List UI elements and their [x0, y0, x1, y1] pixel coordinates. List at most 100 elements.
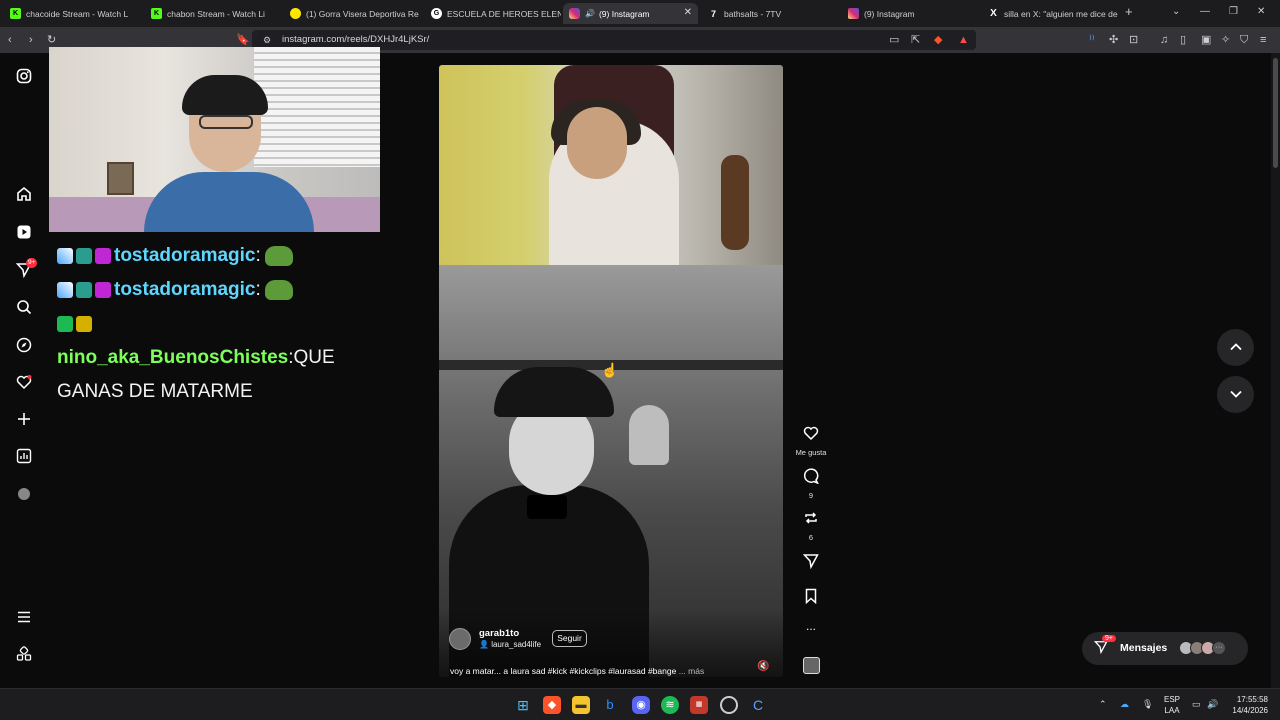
extensions-icon[interactable]: ✣ — [1109, 33, 1118, 47]
audio-thumbnail[interactable] — [803, 657, 820, 674]
close-tab-icon[interactable]: ✕ — [684, 7, 692, 18]
google-icon: G — [431, 8, 442, 19]
tab-title: chacoide Stream - Watch L — [26, 8, 129, 19]
explore-icon[interactable] — [14, 337, 34, 357]
spotify-icon[interactable]: ≋ — [661, 696, 679, 714]
dashboard-icon[interactable] — [14, 448, 34, 468]
tab-list-icon[interactable]: ⌄ — [1172, 6, 1180, 17]
ai-icon[interactable]: ✧ — [1221, 33, 1230, 47]
clock[interactable]: 17:55:58 14/4/2026 — [1222, 694, 1268, 716]
also-from-meta-icon[interactable] — [14, 646, 34, 666]
mute-icon[interactable]: 🔇 — [757, 661, 769, 672]
tab-instagram[interactable]: (9) Instagram — [842, 3, 978, 24]
tab-title: (9) Instagram — [864, 8, 915, 19]
pepe-emote-icon — [264, 280, 293, 300]
browser-tab-strip: K chacoide Stream - Watch L K chabon Str… — [0, 0, 1280, 27]
close-window-icon[interactable]: ✕ — [1257, 6, 1265, 17]
tab-title: bathsalts - 7TV — [724, 8, 782, 19]
bing-icon[interactable]: b — [601, 696, 619, 714]
minimize-icon[interactable]: — — [1200, 6, 1210, 17]
instagram-icon — [848, 8, 859, 19]
menu-icon[interactable]: ≡ — [1260, 33, 1266, 47]
reels-icon[interactable] — [14, 224, 34, 244]
share-button[interactable] — [795, 553, 827, 574]
comment-count: 9 — [808, 491, 814, 500]
previous-reel-button[interactable] — [1217, 329, 1254, 366]
brave-rewards-icon[interactable]: ▲ — [958, 33, 969, 47]
brave-shields-icon[interactable]: ◆ — [934, 33, 942, 47]
file-explorer-icon[interactable]: ▬ — [572, 696, 590, 714]
cast-icon[interactable]: ▭ — [889, 33, 899, 47]
reel-audio[interactable]: 👤 laura_sad4life — [479, 640, 541, 649]
wallet-icon[interactable]: ▣ — [1201, 33, 1211, 47]
url-text: instagram.com/reels/DXHJr4LjKSr/ — [282, 34, 430, 45]
maximize-icon[interactable]: ❐ — [1229, 6, 1238, 17]
onedrive-icon[interactable]: ☁ — [1120, 699, 1129, 710]
more-menu-icon[interactable] — [14, 609, 34, 629]
tab-gorra[interactable]: (1) Gorra Visera Deportiva Re — [284, 3, 422, 24]
more-options-button[interactable]: ... — [795, 619, 827, 633]
chat-message — [57, 307, 387, 341]
messages-pill[interactable]: 9+ Mensajes ··· — [1082, 632, 1248, 665]
search-icon[interactable] — [14, 299, 34, 319]
new-tab-button[interactable]: + — [1125, 4, 1133, 19]
pepe-emote-icon — [264, 246, 293, 266]
tab-x[interactable]: X silla en X: "alguien me dice de — [982, 3, 1118, 24]
chat-username: tostadoramagic — [114, 245, 256, 266]
7tv-badge-icon — [95, 248, 111, 264]
network-icon[interactable]: ▭ — [1192, 699, 1201, 710]
sidebar-icon[interactable]: ▯ — [1180, 33, 1186, 47]
obs-icon[interactable] — [720, 696, 738, 714]
media-icon[interactable]: ♫ — [1160, 33, 1168, 47]
app-c-icon[interactable]: C — [749, 696, 767, 714]
tab-instagram-active[interactable]: 🔊 (9) Instagram ✕ — [563, 3, 698, 24]
streaming-app-icon[interactable]: ▦ — [690, 696, 708, 714]
caption-text: voy a matar... a laura sad #kick #kickcl… — [450, 666, 677, 676]
windows-start-icon[interactable]: ⊞ — [514, 696, 532, 714]
repost-button[interactable]: 6 — [795, 510, 827, 542]
reel-top-webcam — [439, 65, 783, 265]
kick-icon: K — [10, 8, 21, 19]
show-hidden-icons[interactable]: ⌃ — [1099, 699, 1107, 710]
next-reel-button[interactable] — [1217, 376, 1254, 413]
comment-icon — [795, 468, 827, 489]
site-info-icon[interactable]: ⚙ — [263, 33, 271, 47]
leo-ai-icon[interactable]: ⁾⁾ — [1089, 33, 1094, 47]
back-icon[interactable]: ‹ — [8, 33, 12, 47]
brave-taskbar-icon[interactable]: ◆ — [543, 696, 561, 714]
subscriber-badge-icon — [76, 248, 92, 264]
notifications-heart-icon[interactable] — [14, 374, 34, 394]
tab-escuela[interactable]: G ESCUELA DE HEROES ELENCO — [425, 3, 561, 24]
messages-nav-icon[interactable]: 9+ — [14, 258, 38, 282]
like-button[interactable]: Me gusta — [795, 425, 827, 457]
reel-caption[interactable]: voy a matar... a laura sad #kick #kickcl… — [450, 666, 704, 676]
reel-author-username[interactable]: garab1to — [479, 628, 519, 639]
screenshot-icon[interactable]: ⊡ — [1129, 33, 1138, 47]
share-icon[interactable]: ⇱ — [911, 33, 920, 47]
scrollbar-thumb[interactable] — [1273, 58, 1278, 168]
messages-label: Mensajes — [1120, 642, 1168, 654]
bookmark-icon[interactable]: 🔖 — [236, 33, 250, 47]
profile-avatar-icon[interactable] — [14, 486, 34, 506]
subscriber-badge-icon — [76, 282, 92, 298]
tab-chacoide[interactable]: K chacoide Stream - Watch L — [4, 3, 142, 24]
instagram-logo-icon[interactable] — [14, 68, 34, 88]
create-plus-icon[interactable] — [14, 411, 34, 431]
reload-icon[interactable]: ↻ — [47, 33, 56, 47]
volume-icon[interactable]: 🔊 — [1207, 699, 1218, 710]
follow-button[interactable]: Seguir — [552, 630, 587, 647]
home-icon[interactable] — [14, 186, 34, 206]
mic-icon[interactable]: 🎙 — [1142, 699, 1153, 710]
comment-button[interactable]: 9 — [795, 468, 827, 500]
forward-icon[interactable]: › — [29, 33, 33, 47]
tab-7tv[interactable]: 7 bathsalts - 7TV — [702, 3, 838, 24]
caption-more-link[interactable]: ... más — [679, 666, 705, 676]
vpn-icon[interactable]: ⛉ — [1240, 33, 1248, 47]
crown-badge-icon — [76, 316, 92, 332]
tab-chabon[interactable]: K chabon Stream - Watch Li — [145, 3, 281, 24]
save-button[interactable] — [795, 588, 827, 609]
discord-icon[interactable]: ◉ — [632, 696, 650, 714]
reel-author-avatar[interactable] — [449, 628, 471, 650]
send-icon — [795, 553, 827, 574]
language-indicator[interactable]: ESP LAA — [1160, 694, 1184, 716]
